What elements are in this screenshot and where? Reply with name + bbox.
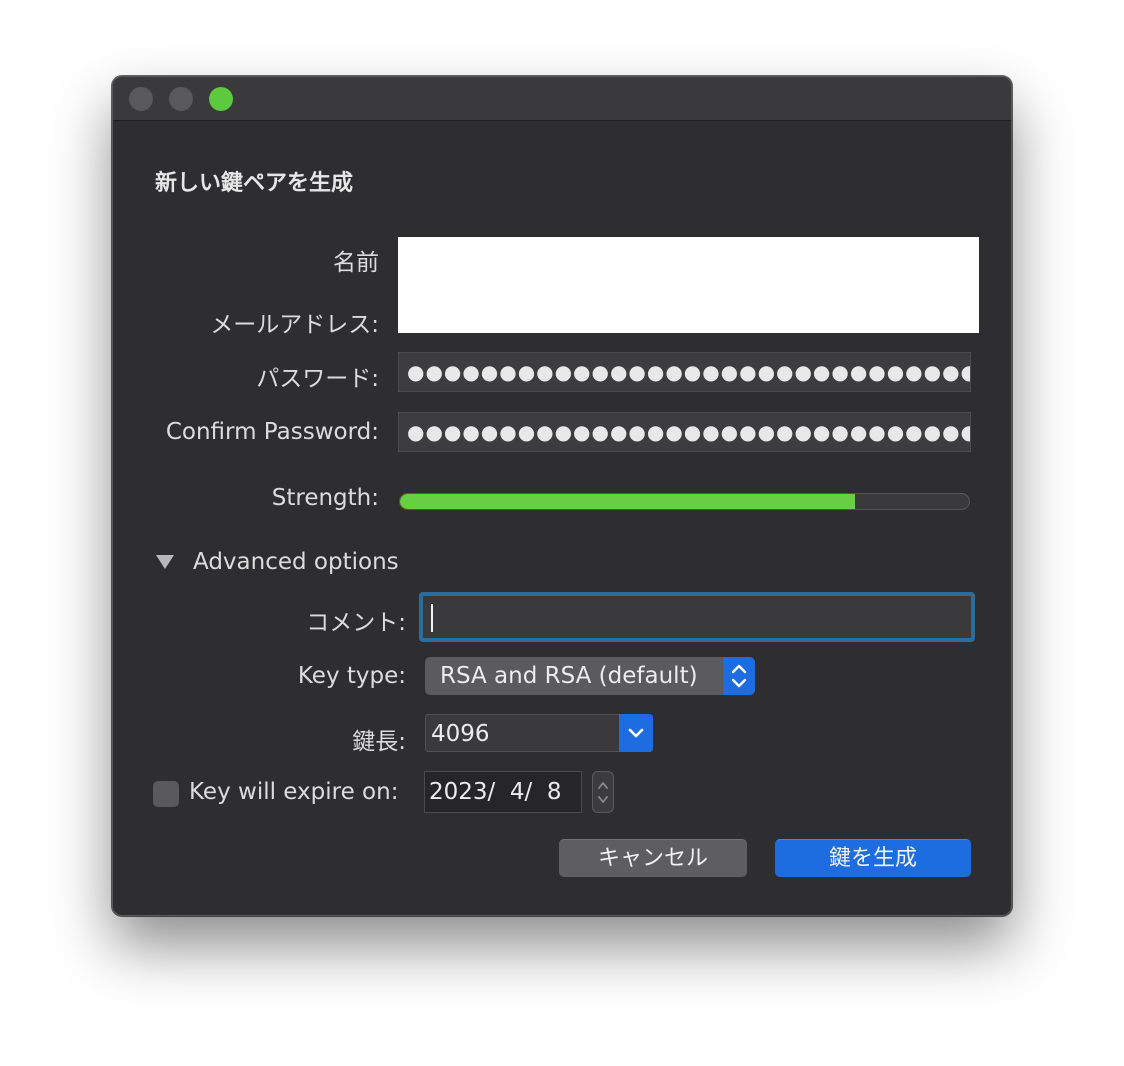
expire-label: Key will expire on:	[189, 779, 399, 805]
strength-label: Strength:	[271, 485, 379, 511]
password-field[interactable]: ●●●●●●●●●●●●●●●●●●●●●●●●●●●●●●●●●●●●●●●●…	[398, 352, 971, 392]
comment-label: コメント:	[306, 610, 406, 636]
cancel-button[interactable]: キャンセル	[559, 839, 747, 877]
dialog-title: 新しい鍵ペアを生成	[155, 171, 354, 196]
close-icon[interactable]	[129, 87, 153, 111]
comment-input[interactable]	[419, 592, 975, 642]
strength-meter	[399, 493, 970, 510]
key-type-label: Key type:	[297, 663, 406, 689]
disclosure-triangle-icon[interactable]	[156, 555, 174, 569]
strength-meter-fill	[400, 494, 856, 509]
key-length-value: 4096	[431, 721, 490, 747]
expire-date-field[interactable]: 2023/ 4/ 8	[424, 771, 582, 813]
confirm-password-field[interactable]: ●●●●●●●●●●●●●●●●●●●●●●●●●●●●●●●●●●●●●●●●…	[398, 412, 971, 452]
expire-checkbox[interactable]	[153, 781, 179, 807]
generate-key-button[interactable]: 鍵を生成	[775, 839, 971, 877]
name-label: 名前	[333, 250, 379, 276]
text-caret	[431, 604, 433, 632]
key-length-label: 鍵長:	[352, 729, 406, 755]
key-type-value: RSA and RSA (default)	[440, 663, 698, 689]
confirm-password-label: Confirm Password:	[165, 419, 379, 445]
name-email-fields[interactable]	[398, 237, 979, 333]
stepper-icon[interactable]	[592, 771, 614, 813]
key-length-combo[interactable]: 4096	[425, 714, 653, 752]
minimize-icon[interactable]	[169, 87, 193, 111]
titlebar	[113, 77, 1011, 121]
email-label: メールアドレス:	[210, 312, 379, 338]
zoom-icon[interactable]	[209, 87, 233, 111]
key-type-select[interactable]: RSA and RSA (default)	[425, 657, 755, 695]
chevron-down-icon[interactable]	[619, 714, 653, 752]
password-label: パスワード:	[256, 366, 379, 392]
advanced-options-toggle[interactable]: Advanced options	[193, 549, 399, 575]
dialog-window: 新しい鍵ペアを生成 名前 メールアドレス: パスワード: ●●●●●●●●●●●…	[112, 76, 1012, 916]
up-down-chevron-icon	[723, 657, 755, 695]
